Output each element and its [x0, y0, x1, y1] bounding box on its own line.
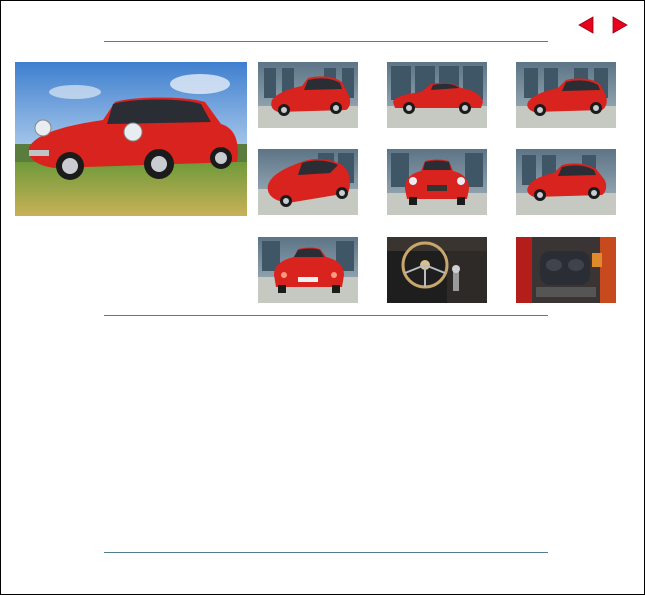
thumbnail-rear-view[interactable]: [258, 237, 358, 303]
top-divider: [104, 41, 548, 42]
next-arrow-icon[interactable]: [612, 16, 628, 34]
middle-divider: [104, 315, 548, 316]
thumbnail-interior-steering-wheel[interactable]: [387, 237, 487, 303]
bottom-divider: [104, 552, 548, 553]
thumbnail-front-three-quarter-1[interactable]: [258, 62, 358, 128]
thumbnail-side-view[interactable]: [387, 62, 487, 128]
thumbnail-rear-three-quarter[interactable]: [258, 149, 358, 215]
thumbnail-front-three-quarter-2[interactable]: [516, 62, 616, 128]
thumbnail-front-three-quarter-3[interactable]: [516, 149, 616, 215]
hero-car-photo[interactable]: [15, 62, 247, 216]
previous-arrow-icon[interactable]: [578, 16, 594, 34]
thumbnail-front-view[interactable]: [387, 149, 487, 215]
thumbnail-engine-bay[interactable]: [516, 237, 616, 303]
